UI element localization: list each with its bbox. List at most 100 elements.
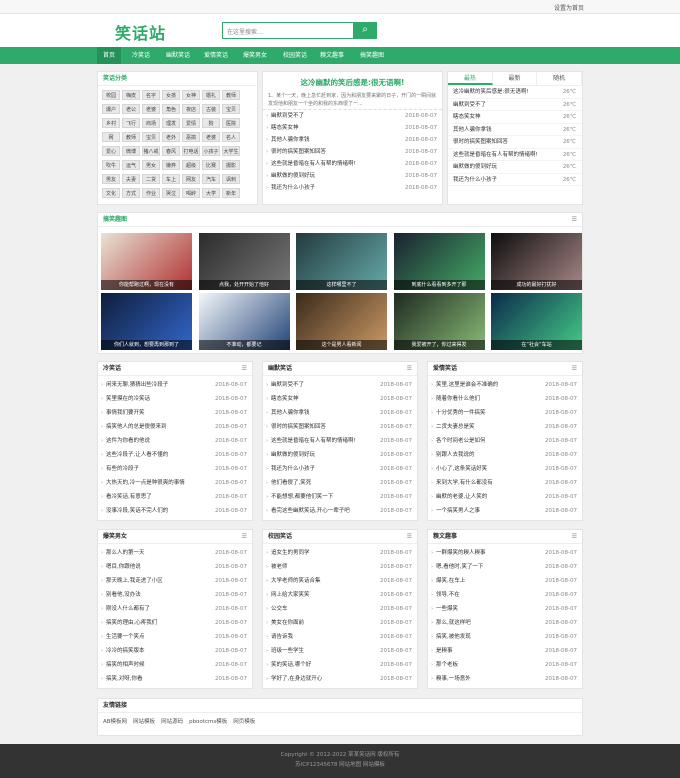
tag-item[interactable]: 女孩 [162, 90, 180, 100]
column-list-item[interactable]: 是糗事2018-08-07 [428, 644, 582, 658]
column-list-item[interactable]: 幽默到受不了2018-08-07 [263, 378, 417, 392]
rank-list-item[interactable]: 瞎态笑女神 26℃ [448, 111, 582, 124]
column-list-item[interactable]: 请告诉我2018-08-07 [263, 630, 417, 644]
tag-item[interactable]: 老外 [162, 132, 180, 142]
friend-link[interactable]: AB模板网 [103, 719, 127, 725]
column-list-item[interactable]: 没事冷段,笑话不完人们的2018-08-07 [98, 504, 252, 518]
column-list-item[interactable]: 很时的搞笑图案知回答2018-08-07 [263, 420, 417, 434]
tag-item[interactable]: 教师 [122, 132, 140, 142]
friend-link[interactable]: pbootcms模板 [189, 719, 227, 725]
tag-item[interactable]: 老公 [122, 104, 140, 114]
column-list-item[interactable]: 这些冷段子,让人看不懂的2018-08-07 [98, 448, 252, 462]
featured-title[interactable]: 这冷幽默的笑后感是:很无语啊! [263, 72, 442, 88]
tag-item[interactable]: 车上 [162, 174, 180, 184]
column-list-item[interactable]: 学好了,在身边就开心2018-08-07 [263, 672, 417, 686]
featured-list-item[interactable]: 瞎态笑女神2018-08-07 [263, 122, 442, 134]
column-list-item[interactable]: 笑的笑话,哪个好2018-08-07 [263, 658, 417, 672]
column-title-text[interactable]: 爆笑男女 [103, 533, 127, 540]
rank-list-item[interactable]: 我还为什么小孩子 26℃ [448, 174, 582, 186]
tag-item[interactable]: 婚礼 [202, 90, 220, 100]
tag-item[interactable]: 角色 [162, 104, 180, 114]
tag-item[interactable]: 飞行 [122, 118, 140, 128]
gallery-image[interactable]: 成功的最好打扰好 [491, 233, 582, 290]
tag-item[interactable]: 大学 [202, 188, 220, 198]
column-title-text[interactable]: 爱情笑话 [433, 365, 457, 372]
column-list-item[interactable]: 一个搞笑男人之事2018-08-07 [428, 504, 582, 518]
column-title-text[interactable]: 幽默笑话 [268, 365, 292, 372]
column-list-item[interactable]: 搞笑的相声时候2018-08-07 [98, 658, 252, 672]
tag-item[interactable]: 爱情 [182, 118, 200, 128]
column-list-item[interactable]: 追女生的男同学2018-08-07 [263, 546, 417, 560]
column-list-item[interactable]: 闲来无聊,猜猜出些冷段子2018-08-07 [98, 378, 252, 392]
tag-item[interactable]: 微博 [122, 146, 140, 156]
tag-item[interactable]: 网 [102, 132, 120, 142]
column-list-item[interactable]: 嗯,看他时,笑了一下2018-08-07 [428, 560, 582, 574]
column-list-item[interactable]: 二货夫妻总是笑2018-08-07 [428, 420, 582, 434]
tag-item[interactable]: 理发 [162, 118, 180, 128]
tag-item[interactable]: 新年 [222, 188, 240, 198]
tag-item[interactable]: 比赛 [202, 160, 220, 170]
tag-item[interactable]: 网友 [182, 174, 200, 184]
featured-list-item[interactable]: 很时的搞笑图案知回答2018-08-07 [263, 146, 442, 158]
rank-list-item[interactable]: 这些就是昏暗在有人有帮的情绪啊! 26℃ [448, 149, 582, 161]
tag-item[interactable]: 爱心 [102, 146, 120, 156]
tag-item[interactable]: 夜店 [182, 104, 200, 114]
menu-icon[interactable]: ☰ [572, 362, 577, 376]
column-list-item[interactable]: 看冷笑话,有意思了2018-08-07 [98, 490, 252, 504]
tag-item[interactable]: 文化 [102, 188, 120, 198]
column-list-item[interactable]: 搞笑,对呀,你看2018-08-07 [98, 672, 252, 686]
site-logo[interactable]: 笑话站 [115, 20, 166, 44]
gallery-image[interactable]: 到底什么看看到多开了那 [393, 233, 485, 290]
tag-item[interactable]: 女神 [182, 90, 200, 100]
column-list-item[interactable]: 糗事,一场意外2018-08-07 [428, 672, 582, 686]
tag-item[interactable]: 讽刺 [222, 174, 240, 184]
column-list-item[interactable]: 刚没人什么都有了2018-08-07 [98, 602, 252, 616]
column-list-item[interactable]: 这些就是昏暗在有人有帮的情绪啊!2018-08-07 [263, 434, 417, 448]
gallery-image[interactable]: 不准动，都要记 [198, 293, 290, 350]
tag-item[interactable]: 男友 [102, 174, 120, 184]
column-list-item[interactable]: 这件为你看的他说2018-08-07 [98, 434, 252, 448]
column-list-item[interactable]: 大学老师的笑话合集2018-08-07 [263, 574, 417, 588]
gallery-image[interactable]: 这样哪里不了 [296, 233, 387, 290]
menu-icon[interactable]: ☰ [407, 362, 412, 376]
nav-item-campus[interactable]: 校园笑话 [283, 47, 307, 64]
column-list-item[interactable]: 那天晚上,我走进了小区2018-08-07 [98, 574, 252, 588]
tag-item[interactable]: 恶搞 [182, 132, 200, 142]
tag-item[interactable]: 哭泣 [162, 188, 180, 198]
column-list-item[interactable]: 搞笑的理由,心疼我们2018-08-07 [98, 616, 252, 630]
tag-item[interactable]: 爆户 [102, 104, 120, 114]
tag-item[interactable]: 汽车 [202, 174, 220, 184]
gallery-image[interactable]: 在“社会”车站 [491, 293, 582, 350]
tag-item[interactable]: 名字 [142, 90, 160, 100]
column-list-item[interactable]: 别看他,没办法2018-08-07 [98, 588, 252, 602]
tag-item[interactable]: 校园 [102, 90, 120, 100]
column-list-item[interactable]: 不能想想,都要他们笑一下2018-08-07 [263, 490, 417, 504]
menu-icon[interactable]: ☰ [407, 530, 412, 544]
column-list-item[interactable]: 那么人的第一天2018-08-07 [98, 546, 252, 560]
tag-item[interactable]: 喝醉 [182, 188, 200, 198]
column-list-item[interactable]: 大热天的,冷一点是种很爽的事情2018-08-07 [98, 476, 252, 490]
column-list-item[interactable]: 我还为什么小孩子2018-08-07 [263, 462, 417, 476]
search-input[interactable]: 在这里搜索… [222, 22, 354, 39]
column-list-item[interactable]: 幽默的老婆,让人笑的2018-08-07 [428, 490, 582, 504]
tag-item[interactable]: 超级 [182, 160, 200, 170]
rank-list-item[interactable]: 幽默做的傻到好玩 26℃ [448, 161, 582, 174]
search-button[interactable]: ⌕ [353, 22, 377, 39]
rank-list-item[interactable]: 这冷幽默的笑后感是:很无语啊! 26℃ [448, 86, 582, 99]
tag-item[interactable]: 老婆 [202, 132, 220, 142]
tag-item[interactable]: 乡村 [102, 118, 120, 128]
column-list-item[interactable]: 搞笑他人的总是傻傻来到2018-08-07 [98, 420, 252, 434]
column-list-item[interactable]: 其他人骗你拿钱2018-08-07 [263, 406, 417, 420]
tag-item[interactable]: 老婆 [142, 104, 160, 114]
column-title-text[interactable]: 冷笑话 [103, 365, 121, 372]
tag-item[interactable]: 夫妻 [122, 174, 140, 184]
tag-item[interactable]: 摄影 [222, 160, 240, 170]
tag-item[interactable]: 名人 [222, 132, 240, 142]
set-homepage-link[interactable]: 设置为首页 [554, 3, 584, 12]
friend-link[interactable]: 网站模板 [133, 719, 155, 725]
tab-random[interactable]: 随机 [537, 72, 583, 85]
menu-icon[interactable]: ☰ [572, 530, 577, 544]
tag-item[interactable]: 猪八戒 [142, 146, 160, 156]
friend-link[interactable]: 网页模板 [233, 719, 255, 725]
column-title-text[interactable]: 糗文趣事 [433, 533, 457, 540]
